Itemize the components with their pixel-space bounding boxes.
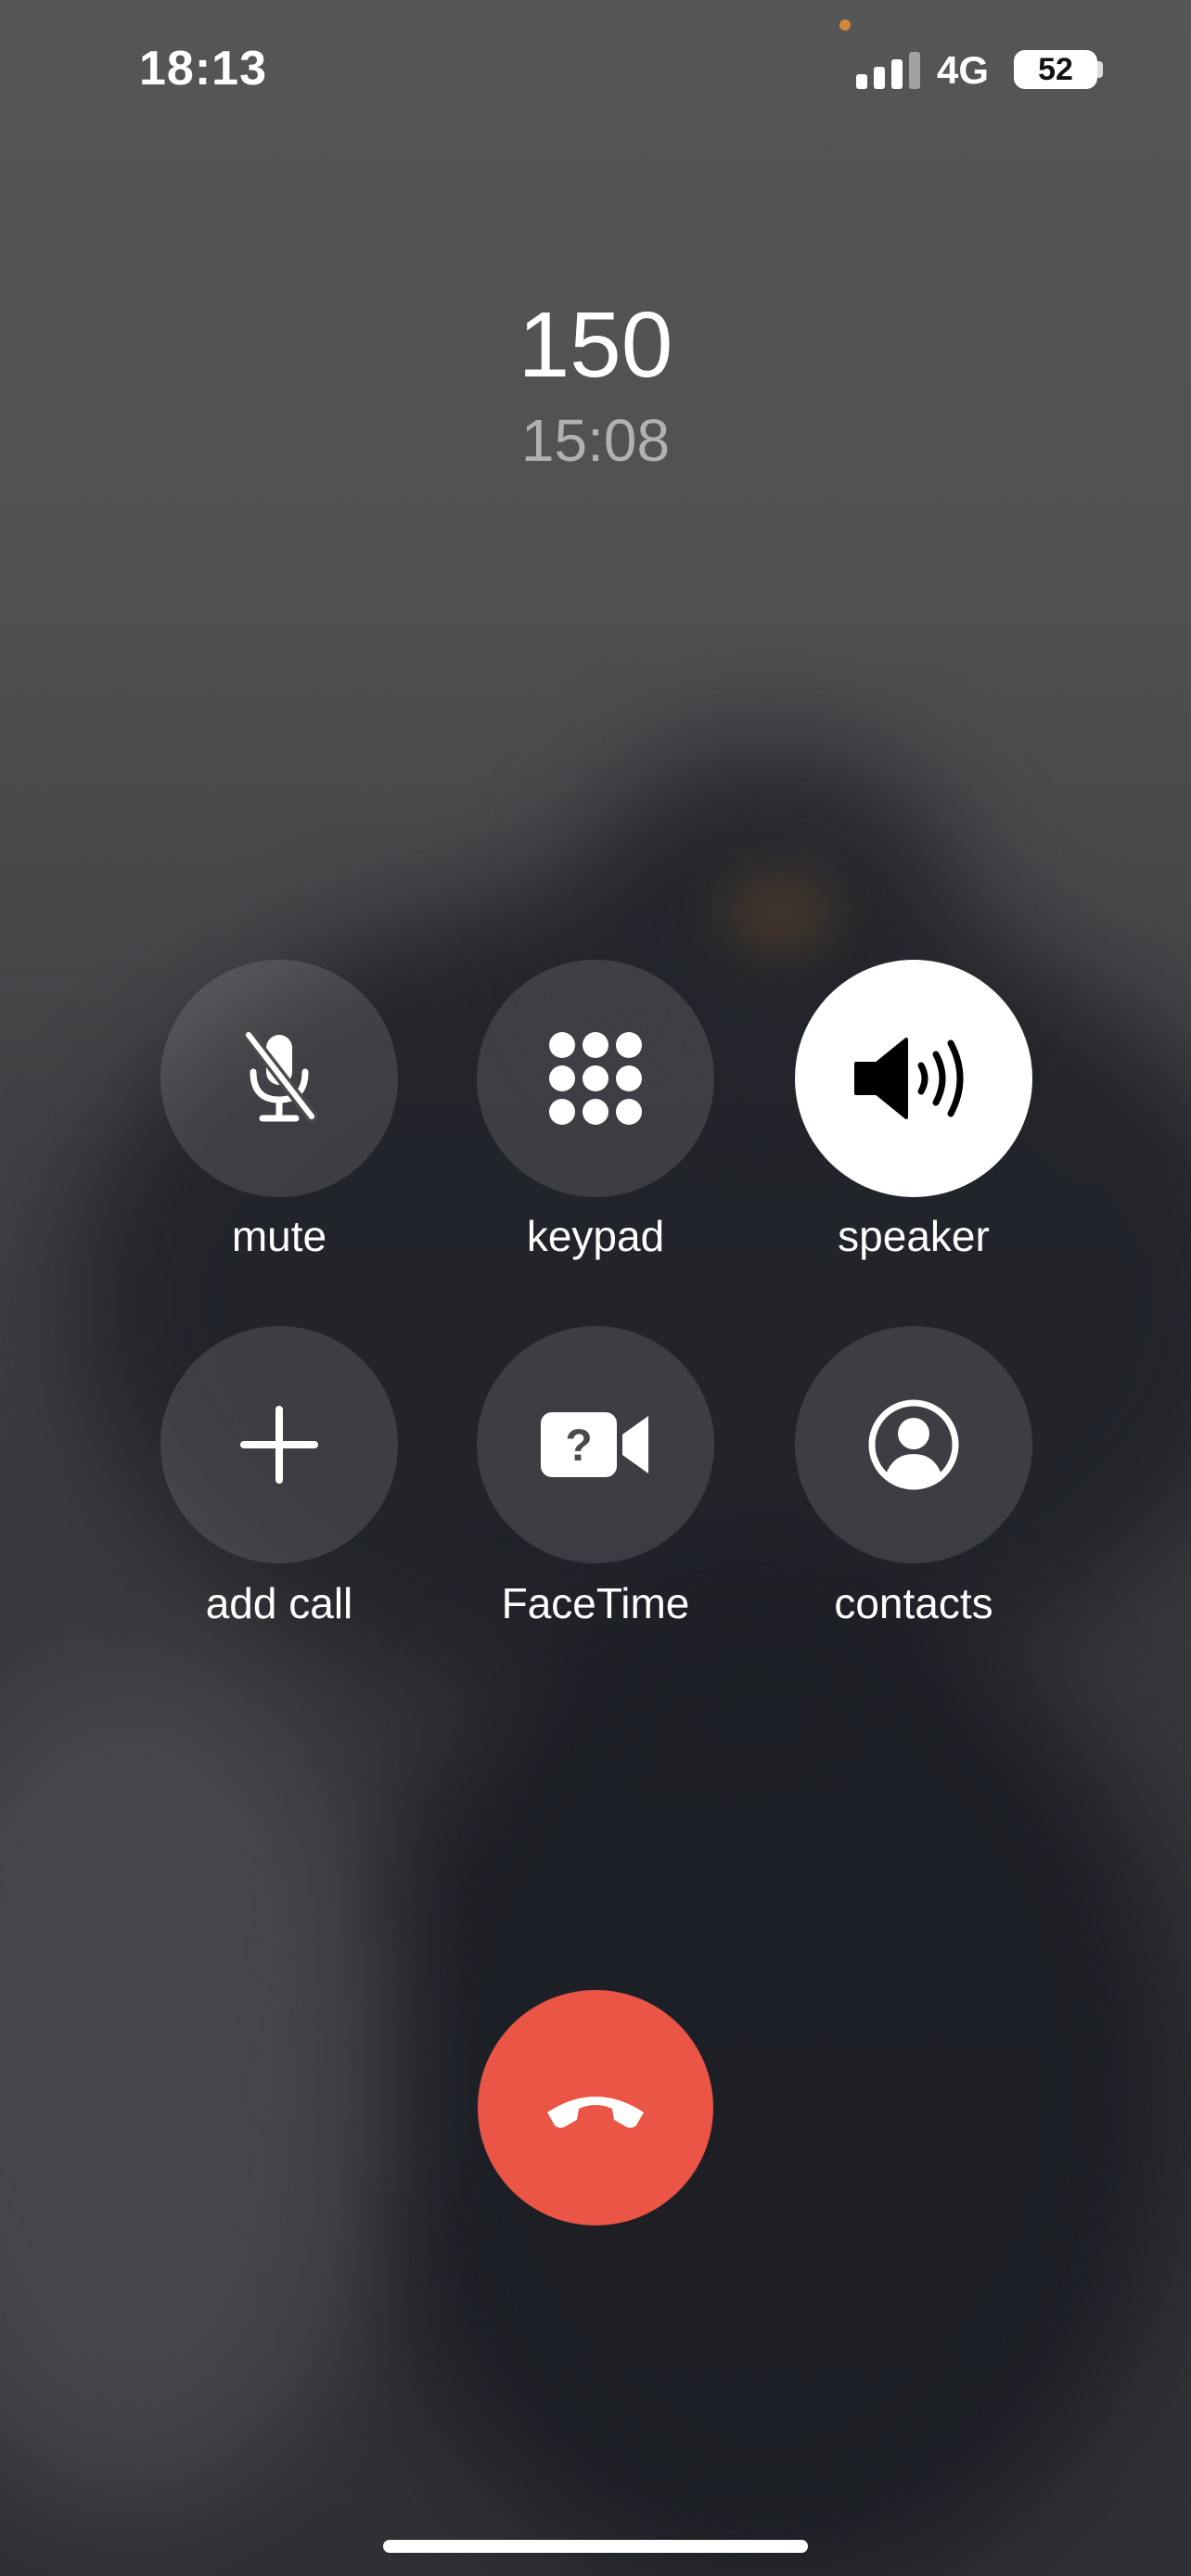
add-call-label: add call bbox=[205, 1579, 353, 1627]
facetime-button[interactable]: ? bbox=[477, 1326, 714, 1563]
status-bar: 18:13 4G 52 bbox=[0, 0, 1191, 139]
svg-text:?: ? bbox=[565, 1422, 592, 1471]
plus-icon bbox=[240, 1406, 318, 1484]
home-indicator[interactable] bbox=[383, 2540, 808, 2553]
end-call-button[interactable] bbox=[478, 1990, 713, 2225]
speaker-icon bbox=[854, 1038, 964, 1119]
contacts-label: contacts bbox=[834, 1579, 993, 1627]
facetime-icon: ? bbox=[541, 1412, 648, 1477]
call-duration: 15:08 bbox=[520, 407, 671, 474]
contacts-button[interactable] bbox=[795, 1326, 1032, 1563]
keypad-button[interactable] bbox=[477, 960, 714, 1197]
phone-down-icon bbox=[547, 2097, 644, 2128]
speaker-button[interactable] bbox=[795, 960, 1032, 1197]
caller-name: 150 bbox=[518, 293, 673, 397]
battery-tip bbox=[1097, 61, 1103, 78]
privacy-indicator-dot bbox=[839, 19, 851, 31]
add-call-button[interactable] bbox=[160, 1326, 398, 1563]
keypad-label: keypad bbox=[526, 1212, 665, 1260]
battery-level: 52 bbox=[1038, 52, 1073, 87]
network-type: 4G bbox=[937, 48, 990, 92]
status-time: 18:13 bbox=[139, 42, 267, 96]
keypad-icon bbox=[549, 1032, 642, 1125]
facetime-label: FaceTime bbox=[501, 1579, 690, 1627]
person-circle-icon bbox=[868, 1399, 959, 1490]
signal-icon bbox=[856, 48, 921, 89]
speaker-label: speaker bbox=[838, 1212, 990, 1260]
mute-button[interactable] bbox=[160, 960, 398, 1197]
mute-label: mute bbox=[231, 1212, 327, 1260]
battery-icon: 52 bbox=[1014, 50, 1097, 89]
mic-slash-icon bbox=[242, 1028, 318, 1123]
